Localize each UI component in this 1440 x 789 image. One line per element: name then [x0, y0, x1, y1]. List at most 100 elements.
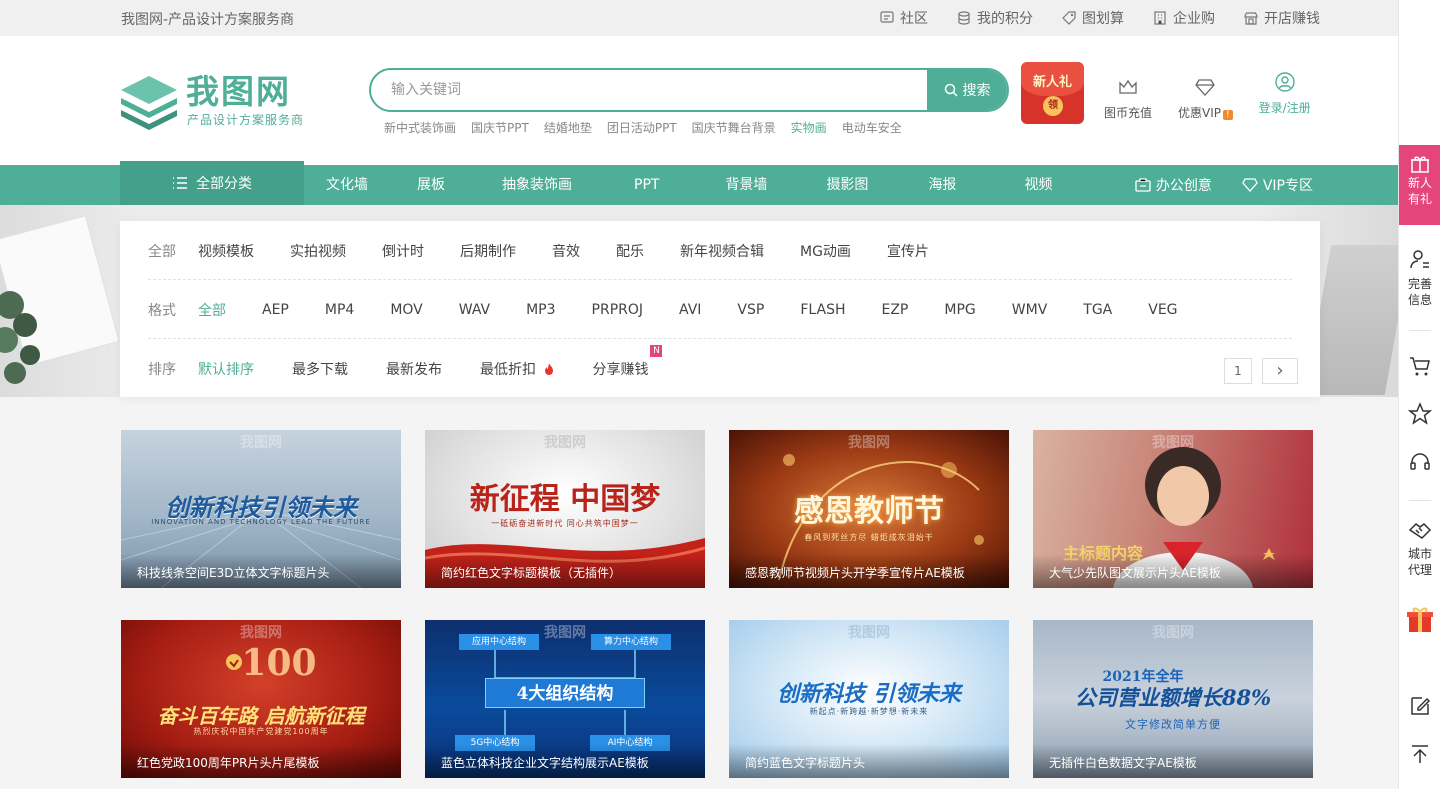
sort-default-selected[interactable]: 默认排序	[198, 359, 254, 379]
template-card[interactable]: 我图网 创新科技引领未来 INNOVATION AND TECHNOLOGY L…	[121, 430, 401, 588]
top-link-enterprise[interactable]: 企业购	[1152, 8, 1215, 28]
format-option[interactable]: EZP	[882, 302, 909, 318]
template-card[interactable]: 我图网 100 热烈庆祝中国共产党建党100周年 奋斗百年路 启航新征程 红色党…	[121, 620, 401, 778]
nav-item[interactable]: 摄影图	[800, 165, 894, 205]
format-option[interactable]: MOV	[390, 302, 422, 318]
nav-links: 文化墙 展板 抽象装饰画 PPT 背景墙 摄影图 海报 视频	[305, 165, 1086, 205]
nav-item[interactable]: 文化墙	[305, 165, 389, 205]
back-to-top-icon	[1412, 745, 1428, 763]
office-creative-label: 办公创意	[1155, 178, 1212, 194]
top-link-open-shop[interactable]: 开店赚钱	[1243, 8, 1320, 28]
search-input[interactable]	[371, 70, 929, 110]
site-logo[interactable]: 我图网 产品设计方案服务商	[119, 74, 309, 130]
sort-option-most-downloads[interactable]: 最多下载	[292, 359, 348, 379]
category-option[interactable]: 配乐	[616, 241, 644, 261]
vip-button[interactable]: 优惠VIP!	[1178, 76, 1233, 121]
logo-name: 我图网	[186, 72, 291, 111]
rail-city-agent-label: 城市代理	[1407, 547, 1432, 577]
nav-item[interactable]: 背景墙	[692, 165, 800, 205]
sort-option-lowest-discount[interactable]: 最低折扣	[480, 359, 554, 379]
category-option[interactable]: 视频模板	[198, 241, 254, 261]
edit-icon	[1411, 697, 1431, 715]
rail-feedback[interactable]	[1399, 694, 1440, 718]
all-categories-button[interactable]: 全部分类	[120, 161, 304, 205]
hot-word[interactable]: 国庆节PPT	[471, 119, 529, 136]
nav-item[interactable]: PPT	[601, 165, 692, 205]
hot-word[interactable]: 新中式装饰画	[384, 119, 456, 136]
search-button[interactable]: 搜索	[927, 70, 1007, 110]
main-nav: 全部分类 文化墙 展板 抽象装饰画 PPT 背景墙 摄影图 海报 视频 办公创意…	[0, 161, 1398, 205]
format-option[interactable]: VSP	[737, 302, 764, 318]
card-caption: 蓝色立体科技企业文字结构展示AE模板	[425, 744, 705, 778]
template-card[interactable]: 我图网 创新科技 引领未来 新起点·新跨越·新梦想·新未来 简约蓝色文字标题片头	[729, 620, 1009, 778]
rail-support[interactable]	[1399, 450, 1440, 474]
hot-word[interactable]: 团日活动PPT	[607, 119, 677, 136]
category-option[interactable]: 音效	[552, 241, 580, 261]
new-badge: N	[650, 345, 663, 357]
template-card[interactable]: 我图网 新征程 中国梦 一砥砺奋进新时代 同心共筑中国梦一 简约红色文字标题模板…	[425, 430, 705, 588]
page-number[interactable]: 1	[1224, 358, 1252, 384]
template-card[interactable]: 我图网 感恩教师节 春风到死丝方尽 蜡炬成灰泪始干 感恩教师节视频片头开学季宣传…	[729, 430, 1009, 588]
format-option[interactable]: TGA	[1083, 302, 1112, 318]
format-option[interactable]: MP4	[325, 302, 354, 318]
hot-word-highlight[interactable]: 实物画	[791, 119, 827, 136]
card-caption: 大气少先队图文展示片头AE模板	[1033, 554, 1313, 588]
watermark: 我图网	[848, 625, 890, 641]
format-option[interactable]: AEP	[262, 302, 289, 318]
nav-item[interactable]: 海报	[894, 165, 990, 205]
format-option[interactable]: WMV	[1012, 302, 1048, 318]
nav-item[interactable]: 视频	[990, 165, 1086, 205]
category-option[interactable]: 倒计时	[382, 241, 424, 261]
org-node: 算力中心结构	[591, 634, 671, 650]
template-card[interactable]: 我图网 2021年全年 公司营业额增长88% 文字修改简单方便 无插件白色数据文…	[1033, 620, 1313, 778]
new-user-gift-banner[interactable]: 新人礼 领	[1021, 62, 1084, 124]
format-option[interactable]: VEG	[1148, 302, 1177, 318]
template-card[interactable]: 我图网 应用中心结构 算力中心结构 4大组织结构 5G中心结构 AI中心结构 蓝…	[425, 620, 705, 778]
template-card[interactable]: 我图网 主标题内容 大气少先队图文展示片头AE模板	[1033, 430, 1313, 588]
nav-item[interactable]: 展板	[389, 165, 473, 205]
rail-cart[interactable]	[1399, 354, 1440, 378]
category-option[interactable]: 新年视频合辑	[680, 241, 764, 261]
top-link-points[interactable]: 我的积分	[956, 8, 1033, 28]
rail-complete-info[interactable]: 完善信息	[1399, 248, 1440, 308]
rail-favorites[interactable]	[1399, 402, 1440, 426]
rail-back-to-top[interactable]	[1399, 742, 1440, 766]
hot-word[interactable]: 国庆节舞台背景	[692, 119, 776, 136]
format-option[interactable]: PRPROJ	[592, 302, 644, 318]
shop-icon	[1244, 12, 1258, 25]
category-filter-label[interactable]: 全部	[148, 241, 198, 261]
rail-new-gift[interactable]: 新人有礼	[1399, 145, 1440, 225]
login-button[interactable]: 登录/注册	[1259, 71, 1311, 121]
category-option[interactable]: 实拍视频	[290, 241, 346, 261]
divider	[148, 338, 1292, 339]
top-link-community[interactable]: 社区	[879, 8, 928, 28]
sort-option-newest[interactable]: 最新发布	[386, 359, 442, 379]
hot-word[interactable]: 结婚地垫	[544, 119, 592, 136]
format-option[interactable]: FLASH	[800, 302, 845, 318]
card-headline: 新征程 中国梦	[469, 482, 661, 517]
next-page-button[interactable]: ›	[1262, 358, 1298, 384]
vip-zone-label: VIP专区	[1262, 178, 1313, 194]
format-option[interactable]: MP3	[526, 302, 555, 318]
format-option[interactable]: AVI	[679, 302, 701, 318]
rail-city-agent[interactable]: 城市代理	[1399, 518, 1440, 578]
sort-option-share-earn[interactable]: 分享赚钱 N	[592, 345, 663, 379]
category-option[interactable]: MG动画	[800, 241, 851, 261]
category-option[interactable]: 宣传片	[887, 241, 929, 261]
format-option[interactable]: WAV	[459, 302, 490, 318]
crown-icon	[1119, 79, 1137, 94]
vip-label: 优惠VIP	[1178, 106, 1222, 120]
sort-option-label: 分享赚钱	[592, 362, 649, 378]
card-headline: 奋斗百年路 启航新征程	[157, 704, 365, 728]
hot-words: 新中式装饰画 国庆节PPT 结婚地垫 团日活动PPT 国庆节舞台背景 实物画 电…	[384, 119, 902, 136]
category-option[interactable]: 后期制作	[460, 241, 516, 261]
nav-item[interactable]: 抽象装饰画	[473, 165, 601, 205]
recharge-button[interactable]: 图币充值	[1104, 76, 1152, 121]
vip-zone-link[interactable]: VIP专区	[1242, 175, 1313, 195]
format-option-selected[interactable]: 全部	[198, 300, 226, 320]
format-option[interactable]: MPG	[944, 302, 975, 318]
office-creative-link[interactable]: 办公创意	[1135, 175, 1212, 195]
hot-word[interactable]: 电动车安全	[842, 119, 902, 136]
rail-gift-box[interactable]	[1399, 604, 1440, 634]
top-link-deals[interactable]: 图划算	[1061, 8, 1124, 28]
